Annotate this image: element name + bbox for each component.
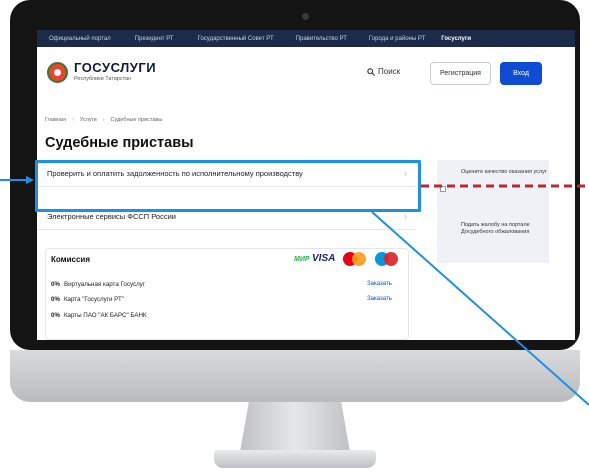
pointer-line-diagonal bbox=[371, 211, 589, 406]
arrow-head-icon bbox=[26, 176, 34, 184]
annotation-overlay bbox=[0, 176, 589, 406]
